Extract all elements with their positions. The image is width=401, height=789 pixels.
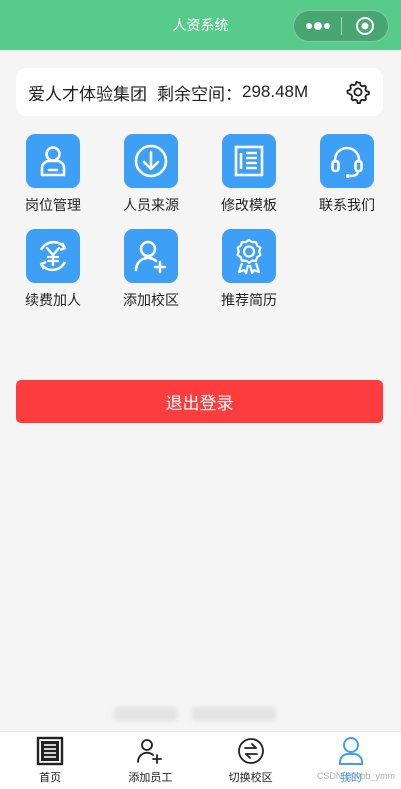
tab-icon-wrap (236, 736, 266, 766)
page-title: 人资系统 (172, 17, 229, 33)
more-dots-icon (305, 22, 330, 30)
grid-label: 推荐简历 (221, 292, 277, 308)
tab-add-employee[interactable]: 添加员工 (100, 732, 200, 789)
tab-switch-campus[interactable]: 切换校区 (201, 732, 301, 789)
watermark: CSDN @jybb_ymm (316, 771, 395, 781)
award-ribbon-icon (236, 238, 262, 275)
grid-icon-tile (124, 134, 178, 188)
grid-label: 续费加人 (25, 292, 81, 308)
grid-item-position-management[interactable]: 岗位管理 (4, 134, 102, 215)
grid-label: 岗位管理 (25, 197, 81, 213)
tab-label: 切换校区 (228, 772, 273, 784)
tab-icon-wrap (135, 736, 165, 766)
nav-header: 人资系统 (0, 0, 401, 50)
tab-icon-wrap (336, 736, 366, 766)
document-list-icon (234, 145, 264, 177)
logout-button[interactable]: 退出登录 (16, 380, 383, 423)
blurred-content (114, 707, 178, 721)
grid-item-contact-us[interactable]: 联系我们 (298, 134, 396, 215)
grid-item-staff-source[interactable]: 人员来源 (102, 134, 200, 215)
blurred-content (192, 707, 276, 721)
grid-label: 联系我们 (319, 197, 375, 213)
function-grid: 岗位管理 人员来源 修改模板 联系我们 续费加人 添加校区 推荐简历 (0, 134, 401, 310)
grid-label: 添加校区 (123, 292, 179, 308)
tab-icon-wrap (35, 736, 65, 766)
switch-campus-icon (237, 738, 264, 764)
yuan-renew-icon (39, 240, 67, 272)
grid-icon-tile (124, 229, 178, 283)
headset-icon (331, 146, 363, 178)
grid-icon-tile (320, 134, 374, 188)
gear-icon (346, 80, 370, 104)
download-circle-icon (134, 144, 168, 178)
person-add-icon (134, 240, 167, 274)
space-value: 298.48M (242, 82, 309, 101)
page: 人资系统 爱人才体验集团 剩余空间： 298.48M 岗位管理 人员来源 修改模… (0, 0, 401, 789)
add-employee-icon (137, 739, 163, 764)
grid-item-add-campus[interactable]: 添加校区 (102, 229, 200, 310)
grid-icon-tile (26, 134, 80, 188)
tab-label: 添加员工 (128, 772, 173, 784)
grid-label: 人员来源 (123, 197, 179, 213)
grid-icon-tile (222, 134, 276, 188)
tab-label: 首页 (39, 772, 62, 784)
settings-button[interactable] (345, 79, 371, 105)
profile-icon (338, 737, 363, 765)
target-close-icon (356, 17, 374, 35)
space-label: 剩余空间： (157, 84, 242, 104)
grid-item-recommend-resume[interactable]: 推荐简历 (200, 229, 298, 310)
grid-label: 修改模板 (221, 197, 277, 213)
grid-item-edit-template[interactable]: 修改模板 (200, 134, 298, 215)
person-badge-icon (40, 146, 66, 177)
close-button[interactable] (342, 11, 388, 41)
home-doc-icon (36, 736, 64, 766)
grid-icon-tile (222, 229, 276, 283)
grid-item-renew-add[interactable]: 续费加人 (4, 229, 102, 310)
grid-icon-tile (26, 229, 80, 283)
company-name: 爱人才体验集团 (28, 84, 147, 104)
more-button[interactable] (294, 11, 341, 41)
company-info-card: 爱人才体验集团 剩余空间： 298.48M (16, 68, 383, 116)
tab-home[interactable]: 首页 (0, 732, 100, 789)
mini-program-capsule (293, 10, 389, 42)
